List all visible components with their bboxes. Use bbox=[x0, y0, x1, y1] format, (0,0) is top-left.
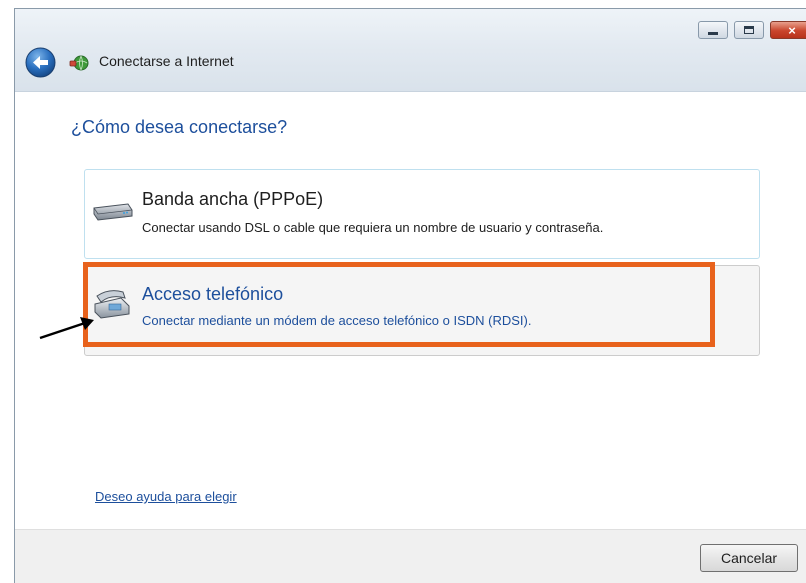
maximize-icon bbox=[744, 26, 754, 34]
broadband-modem-icon bbox=[93, 203, 133, 221]
back-button[interactable] bbox=[25, 47, 56, 78]
window-title: Conectarse a Internet bbox=[99, 53, 234, 69]
minimize-icon bbox=[708, 31, 718, 35]
pointer-arrow-icon bbox=[39, 317, 94, 340]
highlight-box bbox=[83, 262, 715, 347]
option-title: Banda ancha (PPPoE) bbox=[142, 189, 324, 209]
window-controls: × bbox=[698, 21, 806, 39]
title-bar: × Conectarse a Internet bbox=[15, 9, 806, 92]
cancel-button[interactable]: Cancelar bbox=[700, 544, 798, 572]
footer-bar: Cancelar bbox=[15, 529, 806, 583]
option-description: Conectar usando DSL o cable que requiera… bbox=[142, 220, 604, 235]
minimize-button[interactable] bbox=[698, 21, 728, 39]
network-globe-icon bbox=[69, 55, 89, 71]
help-choose-link[interactable]: Deseo ayuda para elegir bbox=[95, 489, 237, 504]
close-icon: × bbox=[788, 22, 796, 38]
maximize-button[interactable] bbox=[734, 21, 764, 39]
close-button[interactable]: × bbox=[770, 21, 806, 39]
page-heading: ¿Cómo desea conectarse? bbox=[71, 117, 288, 137]
option-broadband-pppoe[interactable]: Banda ancha (PPPoE) Conectar usando DSL … bbox=[84, 169, 760, 259]
